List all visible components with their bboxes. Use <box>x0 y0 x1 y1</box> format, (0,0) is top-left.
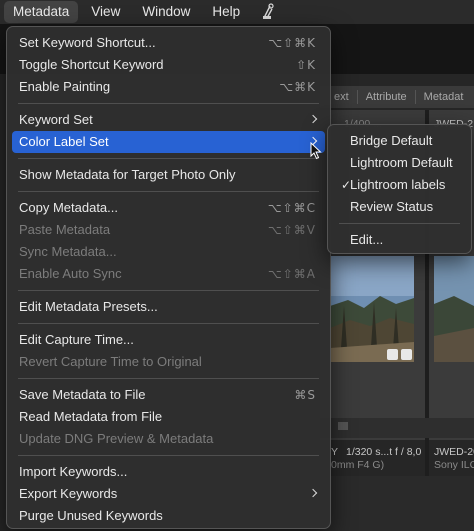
color-label-set-submenu: Bridge Default Lightroom Default ✓ Light… <box>327 124 472 254</box>
menu-item-label: Purge Unused Keywords <box>19 508 163 523</box>
submenu-item-edit[interactable]: Edit... <box>333 229 466 251</box>
menu-item-export-keywords[interactable]: Export Keywords <box>12 483 325 505</box>
thumbnail-filename: JWED-20 <box>434 446 474 458</box>
thumbnail-exposure-caption: 1/320 s...t f / 8,0 <box>346 446 422 458</box>
thumbnail-image[interactable] <box>434 256 474 362</box>
menu-help[interactable]: Help <box>203 1 249 23</box>
menu-item-toggle-shortcut-keyword[interactable]: Toggle Shortcut Keyword ⇧K <box>12 54 325 76</box>
menu-item-label: Edit Metadata Presets... <box>19 299 158 314</box>
menu-item-label: Toggle Shortcut Keyword <box>19 57 164 72</box>
menu-item-label: Export Keywords <box>19 486 118 501</box>
menu-item-label: Paste Metadata <box>19 222 111 237</box>
shortcut-label: ⌥⇧⌘V <box>267 223 316 237</box>
menu-item-label: Import Keywords... <box>19 464 128 479</box>
chevron-right-icon <box>308 114 318 124</box>
menu-separator <box>18 158 319 159</box>
shortcut-label: ⌥⇧⌘C <box>267 201 316 215</box>
filter-divider <box>356 90 358 104</box>
menu-separator <box>18 323 319 324</box>
menu-separator <box>18 191 319 192</box>
menu-item-label: Edit Capture Time... <box>19 332 134 347</box>
menu-item-set-keyword-shortcut[interactable]: Set Keyword Shortcut... ⌥⇧⌘K <box>12 32 325 54</box>
library-filter-bar: ext Attribute Metadat <box>320 86 474 108</box>
menu-item-label: Read Metadata from File <box>19 409 163 424</box>
menu-separator <box>18 455 319 456</box>
menu-item-paste-metadata: Paste Metadata ⌥⇧⌘V <box>12 219 325 241</box>
menu-item-label: Show Metadata for Target Photo Only <box>19 167 236 182</box>
menu-item-edit-capture-time[interactable]: Edit Capture Time... <box>12 329 325 351</box>
menu-item-label: Save Metadata to File <box>19 387 146 402</box>
menu-bar: Metadata View Window Help <box>0 0 474 24</box>
menu-item-label: Copy Metadata... <box>19 200 118 215</box>
menu-item-sync-metadata: Sync Metadata... <box>12 241 325 263</box>
thumbnail-camera-caption: Sony ILC <box>434 459 474 471</box>
marker-label: Y <box>331 446 339 458</box>
filter-tab-text[interactable]: ext <box>330 89 353 105</box>
menu-item-label: Enable Auto Sync <box>19 266 122 281</box>
menu-item-label: Lightroom labels <box>350 177 446 192</box>
menu-item-label: Keyword Set <box>19 112 93 127</box>
menu-item-purge-unused-keywords[interactable]: Purge Unused Keywords <box>12 505 325 527</box>
menu-item-edit-metadata-presets[interactable]: Edit Metadata Presets... <box>12 296 325 318</box>
checkmark-icon: ✓ <box>341 178 352 192</box>
menu-separator <box>18 378 319 379</box>
menu-item-label: Enable Painting <box>19 79 111 94</box>
thumbnail-image[interactable] <box>330 256 414 362</box>
menu-item-import-keywords[interactable]: Import Keywords... <box>12 461 325 483</box>
chevron-right-icon <box>308 488 318 498</box>
shortcut-label: ⌥⇧⌘K <box>268 36 316 50</box>
menu-separator <box>18 103 319 104</box>
edit-badge-icon <box>387 349 398 360</box>
menu-item-update-dng-preview: Update DNG Preview & Metadata <box>12 428 325 450</box>
thumbnail-grid-lower <box>320 476 474 531</box>
shortcut-label: ⌥⇧⌘A <box>267 267 316 281</box>
menu-item-show-metadata-target-only[interactable]: Show Metadata for Target Photo Only <box>12 164 325 186</box>
menu-item-enable-painting[interactable]: Enable Painting ⌥⌘K <box>12 76 325 98</box>
filter-tab-metadata[interactable]: Metadat <box>420 89 468 105</box>
shortcut-label: ⌥⌘K <box>279 80 316 94</box>
menu-window[interactable]: Window <box>133 1 199 23</box>
menu-item-label: Color Label Set <box>19 134 109 149</box>
menu-item-color-label-set[interactable]: Color Label Set <box>12 131 325 153</box>
menu-item-label: Review Status <box>350 199 434 214</box>
menu-item-copy-metadata[interactable]: Copy Metadata... ⌥⇧⌘C <box>12 197 325 219</box>
submenu-item-lightroom-default[interactable]: Lightroom Default <box>333 152 466 174</box>
menu-metadata[interactable]: Metadata <box>4 1 79 23</box>
menu-item-label: Bridge Default <box>350 133 433 148</box>
shortcut-label: ⇧K <box>296 58 316 72</box>
mouse-pointer-icon <box>310 141 322 160</box>
rating-dot <box>338 422 348 430</box>
menu-item-label: Sync Metadata... <box>19 244 117 259</box>
script-icon[interactable] <box>261 3 275 21</box>
menu-item-label: Revert Capture Time to Original <box>19 354 202 369</box>
menu-item-label: Set Keyword Shortcut... <box>19 35 156 50</box>
menu-separator <box>339 223 460 224</box>
filter-divider <box>414 90 416 104</box>
menu-item-enable-auto-sync: Enable Auto Sync ⌥⇧⌘A <box>12 263 325 285</box>
submenu-item-bridge-default[interactable]: Bridge Default <box>333 130 466 152</box>
menu-separator <box>18 290 319 291</box>
thumbnail-lens-caption: 0mm F4 G) <box>331 459 385 471</box>
menu-view[interactable]: View <box>82 1 129 23</box>
menu-item-label: Edit... <box>350 232 384 247</box>
menu-item-label: Lightroom Default <box>350 155 453 170</box>
metadata-menu: Set Keyword Shortcut... ⌥⇧⌘K Toggle Shor… <box>6 26 331 529</box>
menu-item-save-metadata-to-file[interactable]: Save Metadata to File ⌘S <box>12 384 325 406</box>
filter-tab-attribute[interactable]: Attribute <box>362 89 411 105</box>
shortcut-label: ⌘S <box>294 388 316 402</box>
submenu-item-review-status[interactable]: Review Status <box>333 196 466 218</box>
menu-item-read-metadata-from-file[interactable]: Read Metadata from File <box>12 406 325 428</box>
menu-item-label: Update DNG Preview & Metadata <box>19 431 214 446</box>
submenu-item-lightroom-labels[interactable]: ✓ Lightroom labels <box>333 174 466 196</box>
comment-badge-icon <box>401 349 412 360</box>
menu-item-keyword-set[interactable]: Keyword Set <box>12 109 325 131</box>
menu-item-revert-capture-time: Revert Capture Time to Original <box>12 351 325 373</box>
